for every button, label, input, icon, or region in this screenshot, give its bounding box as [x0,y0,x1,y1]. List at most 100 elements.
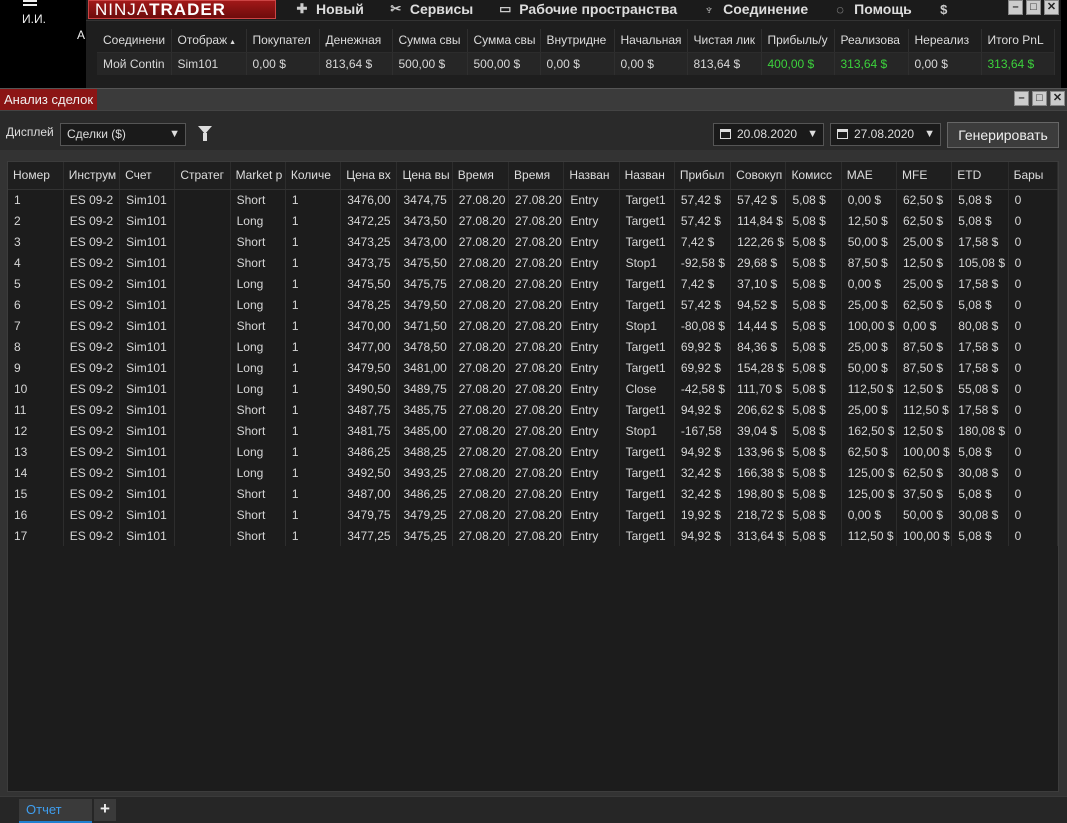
menu-item-2[interactable]: ✂ Сервисы [388,0,473,18]
table-row[interactable]: 15 ES 09-2 Sim101 Short 1 3487,00 3486,25 27.08… [8,483,1058,504]
trades-column-header[interactable]: Инструм [63,162,121,190]
account-column-header[interactable]: Начальная [614,29,688,53]
date-from-picker[interactable]: 20.08.2020 ▼ [713,123,824,146]
table-cell: ES 09-2 [63,420,121,441]
window-title-bar[interactable]: Анализ сделок – □ ✕ [0,88,1067,110]
display-select[interactable]: Сделки ($) ▼ [60,123,186,146]
minimize-icon[interactable]: – [1014,91,1029,106]
table-row[interactable]: 1 ES 09-2 Sim101 Short 1 3476,00 3474,75 27.08.… [8,189,1058,210]
trades-column-header[interactable]: Цена вы [396,162,453,190]
menu-item-6[interactable]: $ [936,0,958,18]
account-column-header[interactable]: Итого PnL [981,29,1055,53]
generate-button[interactable]: Генерировать [947,122,1059,148]
trades-column-header[interactable]: Market p [230,162,286,190]
table-cell: 0 [1008,294,1058,315]
account-column-header[interactable]: Сумма свы [392,29,468,53]
table-row[interactable]: 6 ES 09-2 Sim101 Long 1 3478,25 3479,50 27.08.2… [8,294,1058,315]
trades-column-header[interactable]: Время [452,162,510,190]
table-cell: 27.08.20 [508,252,565,273]
table-row[interactable]: 16 ES 09-2 Sim101 Short 1 3479,75 3479,25 27.08… [8,504,1058,525]
table-row[interactable]: 10 ES 09-2 Sim101 Long 1 3490,50 3489,75 27.08.… [8,378,1058,399]
trades-column-header[interactable]: ETD [951,162,1009,190]
account-row[interactable]: Мой Contin Sim101 0,00 $813,64 $500,00 $50… [97,52,1055,75]
account-column-header[interactable]: Чистая лик [687,29,762,53]
table-cell: 1 [285,357,342,378]
table-cell: 17,58 $ [951,231,1009,252]
maximize-icon[interactable]: □ [1032,91,1047,106]
account-column-header[interactable]: Сумма свы [467,29,541,53]
table-cell: 11 [8,399,64,420]
trades-column-header[interactable]: Бары [1008,162,1058,190]
trades-column-header[interactable]: Прибыл [674,162,732,190]
table-cell: 32,42 $ [674,483,732,504]
add-tab-button[interactable]: + [94,799,116,821]
table-cell: 25,00 $ [841,294,898,315]
table-cell: 5,08 $ [785,525,842,546]
table-row[interactable]: 3 ES 09-2 Sim101 Short 1 3473,25 3473,00 27.08.… [8,231,1058,252]
table-cell: 3486,25 [396,483,453,504]
account-column-header[interactable]: Реализова [834,29,909,53]
table-cell: 27.08.20 [452,420,510,441]
table-row[interactable]: 5 ES 09-2 Sim101 Long 1 3475,50 3475,75 27.08.2… [8,273,1058,294]
trades-column-header[interactable]: MAE [841,162,898,190]
trades-column-header[interactable]: Совокуп [730,162,787,190]
table-cell: 3476,00 [340,189,398,210]
menu-item-3[interactable]: ▭ Рабочие пространства [497,0,677,18]
account-column-header[interactable]: Денежная [319,29,393,53]
table-cell: 57,42 $ [730,189,787,210]
trades-column-header[interactable]: Счет [119,162,176,190]
table-cell: Sim101 [119,378,176,399]
table-row[interactable]: 17 ES 09-2 Sim101 Short 1 3477,25 3475,25 27.08… [8,525,1058,546]
table-cell [174,399,231,420]
table-cell: 5,08 $ [785,357,842,378]
account-column-header[interactable]: Отображ ▲ [171,29,247,53]
trades-column-header[interactable]: Количе [285,162,342,190]
table-row[interactable]: 12 ES 09-2 Sim101 Short 1 3481,75 3485,00 27.08… [8,420,1058,441]
trades-column-header[interactable]: Назван [619,162,675,190]
table-row[interactable]: 8 ES 09-2 Sim101 Long 1 3477,00 3478,50 27.08.2… [8,336,1058,357]
table-row[interactable]: 11 ES 09-2 Sim101 Short 1 3487,75 3485,75 27.08… [8,399,1058,420]
account-cell: Мой Contin [97,52,172,75]
table-cell: ES 09-2 [63,231,121,252]
trades-grid[interactable]: Номер Инструм Счет Стратег Market p Количе Цен… [7,161,1059,792]
table-cell: 3475,50 [340,273,398,294]
account-column-header[interactable]: Прибыль/у [761,29,835,53]
date-to-picker[interactable]: 27.08.2020 ▼ [830,123,941,146]
table-row[interactable]: 13 ES 09-2 Sim101 Long 1 3486,25 3488,25 27.08.… [8,441,1058,462]
account-column-header[interactable]: Покупател [246,29,320,53]
account-column-header[interactable]: Соединени [97,29,172,53]
account-column-header[interactable]: Внутридне [540,29,615,53]
account-column-header[interactable]: Нереализ [908,29,982,53]
trades-column-header[interactable]: Комисс [785,162,842,190]
table-row[interactable]: 14 ES 09-2 Sim101 Long 1 3492,50 3493,25 27.08.… [8,462,1058,483]
table-cell: 27.08.20 [452,357,510,378]
menu-item-5[interactable]: ◌ Помощь [832,0,911,18]
table-cell: 5,08 $ [785,420,842,441]
maximize-icon[interactable]: □ [1026,0,1041,15]
filter-icon[interactable] [198,126,212,141]
table-row[interactable]: 2 ES 09-2 Sim101 Long 1 3472,25 3473,50 27.08.2… [8,210,1058,231]
trades-column-header[interactable]: Цена вх [340,162,398,190]
menu-item-4[interactable]: ♆ Соединение [701,0,808,18]
table-cell: 5,08 $ [785,189,842,210]
table-cell [174,357,231,378]
trades-column-header[interactable]: MFE [896,162,953,190]
trades-column-header[interactable]: Назван [563,162,620,190]
close-icon[interactable]: ✕ [1050,91,1065,106]
table-cell: ES 09-2 [63,462,121,483]
trades-column-header[interactable]: Номер [8,162,64,190]
table-row[interactable]: 4 ES 09-2 Sim101 Short 1 3473,75 3475,50 27.08.… [8,252,1058,273]
minimize-icon[interactable]: – [1008,0,1023,15]
table-cell: 62,50 $ [896,462,953,483]
tab-report[interactable]: Отчет [19,799,92,823]
table-cell: -167,58 [674,420,732,441]
menu-icon[interactable] [23,0,37,6]
close-icon[interactable]: ✕ [1044,0,1059,15]
table-cell: 1 [285,273,342,294]
table-cell: Short [230,483,286,504]
table-row[interactable]: 9 ES 09-2 Sim101 Long 1 3479,50 3481,00 27.08.2… [8,357,1058,378]
trades-column-header[interactable]: Стратег [174,162,231,190]
trades-column-header[interactable]: Время [508,162,565,190]
table-row[interactable]: 7 ES 09-2 Sim101 Short 1 3470,00 3471,50 27.08.… [8,315,1058,336]
menu-item-1[interactable]: ✚ Новый [294,0,364,18]
